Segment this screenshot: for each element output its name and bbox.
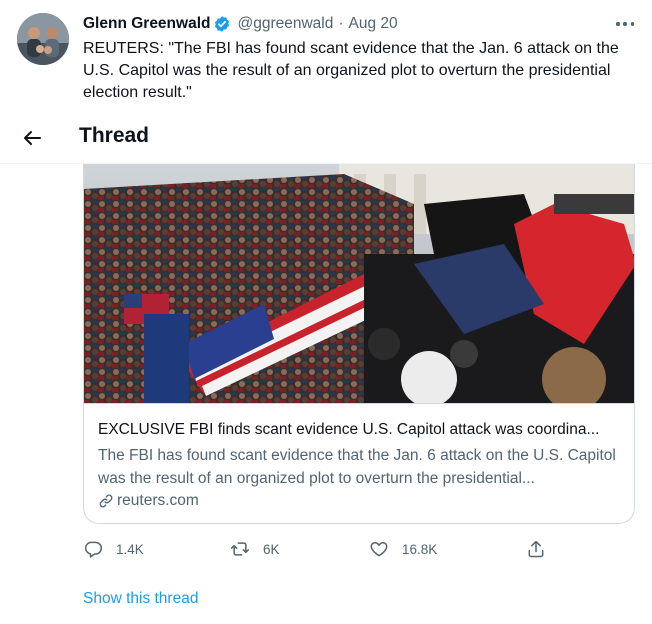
reply-count: 1.4K: [116, 541, 144, 557]
reply-icon: [84, 541, 103, 558]
reply-button[interactable]: 1.4K: [83, 538, 144, 560]
link-icon: [99, 494, 113, 508]
verified-badge-icon: [215, 16, 230, 32]
author-handle[interactable]: @ggreenwald: [237, 15, 333, 33]
card-domain: reuters.com: [98, 490, 199, 512]
author-avatar[interactable]: [17, 13, 69, 65]
more-dot: [616, 22, 620, 26]
link-preview-card[interactable]: EXCLUSIVE FBI finds scant evidence U.S. …: [83, 164, 635, 524]
tweet-header: Glenn Greenwald @ggreenwald · Aug 20: [83, 14, 398, 34]
retweet-icon: [230, 542, 250, 556]
card-image[interactable]: [84, 164, 634, 404]
tweet-text: REUTERS: "The FBI has found scant eviden…: [83, 40, 619, 101]
card-domain-text: reuters.com: [117, 492, 199, 509]
like-count: 16.8K: [402, 541, 438, 557]
page-title: Thread: [79, 124, 150, 147]
card-description: The FBI has found scant evidence that th…: [98, 447, 616, 487]
card-title: EXCLUSIVE FBI finds scant evidence U.S. …: [98, 421, 600, 438]
share-icon: [528, 540, 544, 558]
more-dot: [630, 22, 634, 26]
back-arrow-icon[interactable]: [20, 126, 44, 150]
retweet-count: 6K: [263, 541, 280, 557]
more-options-icon[interactable]: [612, 14, 638, 34]
tweet-timestamp[interactable]: Aug 20: [349, 15, 398, 33]
separator-dot: ·: [338, 15, 344, 32]
thread-header: Thread: [0, 112, 652, 164]
heart-icon: [370, 542, 388, 557]
avatar-image: [17, 13, 69, 65]
author-name[interactable]: Glenn Greenwald: [83, 15, 210, 33]
show-thread-link[interactable]: Show this thread: [83, 590, 198, 608]
share-button[interactable]: [526, 538, 559, 560]
like-button[interactable]: 16.8K: [369, 538, 437, 560]
more-dot: [623, 22, 627, 26]
capitol-crowd-photo: [84, 164, 634, 403]
retweet-button[interactable]: 6K: [230, 538, 280, 560]
